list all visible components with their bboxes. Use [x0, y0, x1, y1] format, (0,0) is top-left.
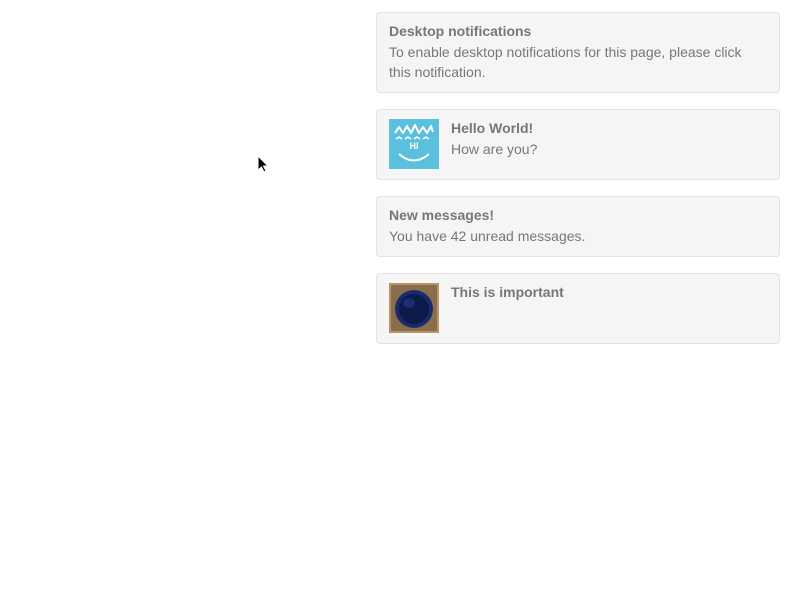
photo-icon [389, 283, 439, 333]
notification-title: Hello World! [451, 119, 767, 139]
notification-important[interactable]: This is important [376, 273, 780, 344]
notification-title: New messages! [389, 206, 767, 226]
notification-body: To enable desktop notifications for this… [389, 42, 767, 83]
mouse-cursor-icon [258, 156, 272, 179]
avatar-icon: HI [389, 119, 439, 169]
notification-content: New messages! You have 42 unread message… [389, 206, 767, 246]
notification-enable-desktop[interactable]: Desktop notifications To enable desktop … [376, 12, 780, 93]
notification-content: Hello World! How are you? [451, 119, 767, 159]
notification-content: Desktop notifications To enable desktop … [389, 22, 767, 82]
notification-new-messages[interactable]: New messages! You have 42 unread message… [376, 196, 780, 257]
notification-hello-world[interactable]: HI Hello World! How are you? [376, 109, 780, 180]
notification-title: This is important [451, 283, 767, 303]
notification-content: This is important [451, 283, 767, 303]
notification-body: You have 42 unread messages. [389, 226, 767, 246]
notification-stack: Desktop notifications To enable desktop … [376, 12, 780, 344]
notification-body: How are you? [451, 139, 767, 159]
svg-text:HI: HI [410, 141, 419, 151]
notification-title: Desktop notifications [389, 22, 767, 42]
